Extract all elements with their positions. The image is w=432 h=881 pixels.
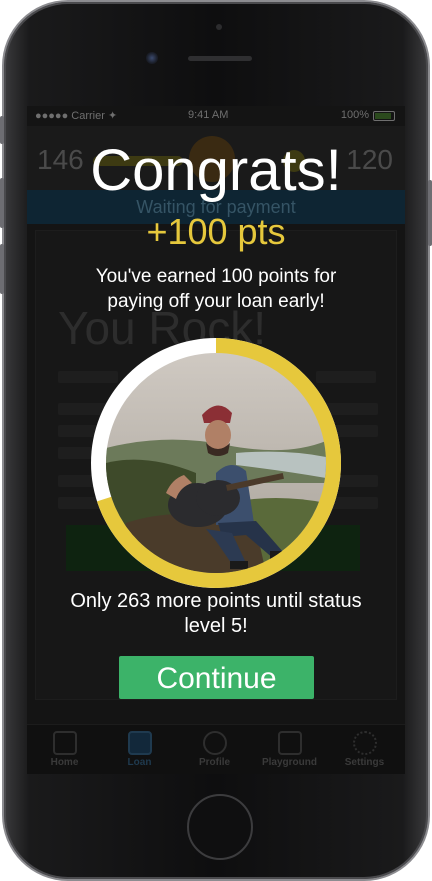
popup-message: You've earned 100 points for paying off … [95, 266, 337, 312]
points-earned: +100 pts [146, 211, 286, 252]
guitarist-photo [106, 353, 326, 573]
profile-photo [106, 353, 326, 573]
congrats-popup: Congrats! +100 pts You've earned 100 poi… [0, 0, 432, 881]
continue-button[interactable]: Continue [119, 656, 314, 699]
progress-ring [90, 337, 342, 589]
popup-title: Congrats! [90, 138, 342, 203]
remaining-points-text: Only 263 more points until status level … [70, 590, 362, 637]
